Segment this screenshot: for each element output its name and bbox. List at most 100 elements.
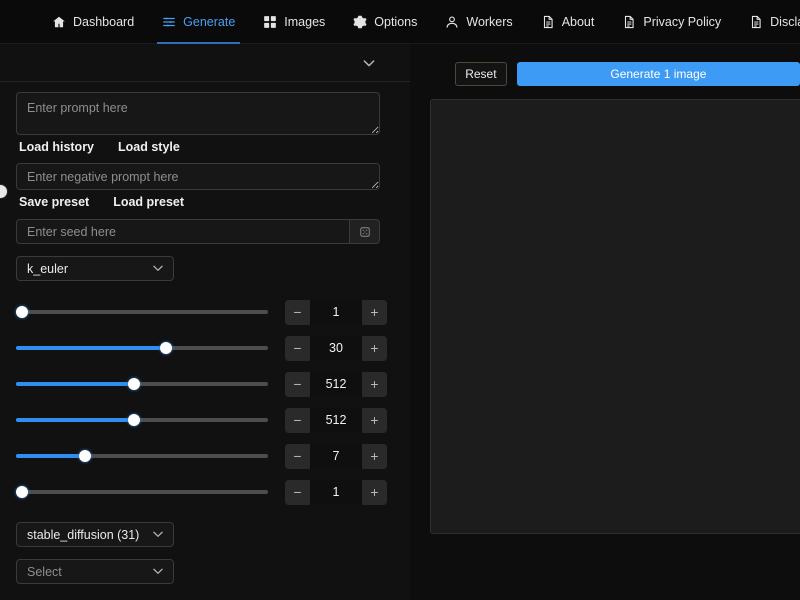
slider-knob[interactable] — [79, 450, 91, 462]
sliders-icon — [162, 15, 176, 29]
decrement-button[interactable]: − — [285, 479, 310, 505]
nav-label: Images — [284, 14, 326, 29]
generate-button[interactable]: Generate 1 image — [516, 62, 800, 86]
slider-knob[interactable] — [16, 306, 28, 318]
negative-prompt-input[interactable] — [16, 163, 380, 190]
nav-label: Options — [374, 14, 418, 29]
action-bar: Reset Generate 1 image — [410, 44, 800, 86]
load-style-button[interactable]: Load style — [118, 140, 180, 154]
seed-input[interactable] — [16, 219, 349, 244]
stepper-4: − 512 + — [285, 407, 387, 433]
seed-row — [16, 219, 380, 244]
nav-item-disclaimer[interactable]: Disclaimer — [735, 0, 800, 44]
image-preview-area[interactable] — [430, 99, 800, 534]
decrement-button[interactable]: − — [285, 299, 310, 325]
post-processor-select[interactable]: Select — [16, 559, 174, 584]
stepper-value[interactable]: 512 — [310, 371, 362, 397]
increment-button[interactable]: + — [362, 371, 387, 397]
load-preset-button[interactable]: Load preset — [113, 195, 184, 209]
sampler-select[interactable]: k_euler — [16, 256, 174, 281]
dice-icon[interactable] — [349, 219, 380, 244]
stepper-value[interactable]: 1 — [310, 479, 362, 505]
increment-button[interactable]: + — [362, 335, 387, 361]
slider-row: − 7 + — [16, 438, 394, 474]
save-preset-button[interactable]: Save preset — [19, 195, 89, 209]
decrement-button[interactable]: − — [285, 407, 310, 433]
gear-icon — [353, 15, 367, 29]
nav-item-workers[interactable]: Workers — [431, 0, 526, 44]
chevron-down-icon[interactable] — [361, 55, 377, 71]
stepper-6: − 1 + — [285, 479, 387, 505]
slider-row: − 512 + — [16, 402, 394, 438]
document-icon — [749, 15, 763, 29]
nav-item-options[interactable]: Options — [339, 0, 431, 44]
nav-item-about[interactable]: About — [527, 0, 609, 44]
stepper-value[interactable]: 30 — [310, 335, 362, 361]
stepper-2: − 30 + — [285, 335, 387, 361]
slider-fill — [16, 382, 128, 386]
increment-button[interactable]: + — [362, 443, 387, 469]
top-navbar: Dashboard Generate Images Options Worker… — [0, 0, 800, 44]
increment-button[interactable]: + — [362, 299, 387, 325]
nav-label: Dashboard — [73, 14, 135, 29]
slider-1[interactable] — [16, 304, 268, 320]
slider-row: − 30 + — [16, 330, 394, 366]
slider-knob[interactable] — [160, 342, 172, 354]
user-icon — [445, 15, 459, 29]
panel-header — [0, 44, 410, 82]
decrement-button[interactable]: − — [285, 335, 310, 361]
model-select-wrap: stable_diffusion (31) — [16, 522, 174, 547]
stepper-value[interactable]: 7 — [310, 443, 362, 469]
increment-button[interactable]: + — [362, 479, 387, 505]
nav-label: Generate — [183, 14, 236, 29]
sampler-select-wrap: k_euler — [16, 256, 174, 281]
slider-group: − 1 + − 30 + − 512 + − 512 + − 7 + − 1 + — [16, 294, 394, 510]
document-icon — [622, 15, 636, 29]
nav-item-images[interactable]: Images — [249, 0, 339, 44]
decrement-button[interactable]: − — [285, 371, 310, 397]
stepper-5: − 7 + — [285, 443, 387, 469]
preset-links: Save preset Load preset — [19, 195, 394, 209]
nav-label: Privacy Policy — [643, 14, 722, 29]
slider-knob[interactable] — [16, 486, 28, 498]
nav-label: About — [561, 14, 595, 29]
decrement-button[interactable]: − — [285, 443, 310, 469]
slider-knob[interactable] — [128, 378, 140, 390]
prompt-input[interactable] — [16, 92, 380, 135]
slider-track — [16, 310, 268, 314]
slider-fill — [16, 454, 79, 458]
nav-item-generate[interactable]: Generate — [148, 0, 249, 44]
post-processor-select-wrap: Select — [16, 559, 174, 584]
slider-row: − 1 + — [16, 294, 394, 330]
slider-track — [16, 490, 268, 494]
stepper-value[interactable]: 512 — [310, 407, 362, 433]
model-select[interactable]: stable_diffusion (31) — [16, 522, 174, 547]
document-icon — [541, 15, 555, 29]
stepper-3: − 512 + — [285, 371, 387, 397]
slider-3[interactable] — [16, 376, 268, 392]
stepper-value[interactable]: 1 — [310, 299, 362, 325]
increment-button[interactable]: + — [362, 407, 387, 433]
slider-row: − 1 + — [16, 474, 394, 510]
slider-2[interactable] — [16, 340, 268, 356]
prompt-links: Load history Load style — [19, 140, 394, 154]
home-icon — [52, 15, 66, 29]
stepper-1: − 1 + — [285, 299, 387, 325]
slider-fill — [16, 346, 160, 350]
nav-label: Workers — [466, 14, 513, 29]
slider-4[interactable] — [16, 412, 268, 428]
slider-row: − 512 + — [16, 366, 394, 402]
slider-fill — [16, 418, 128, 422]
load-history-button[interactable]: Load history — [19, 140, 94, 154]
nav-label: Disclaimer — [770, 14, 800, 29]
preview-panel: Reset Generate 1 image — [410, 44, 800, 600]
panel-body: Load history Load style Save preset Load… — [0, 82, 410, 600]
nav-item-dashboard[interactable]: Dashboard — [38, 0, 148, 44]
grid-icon — [263, 15, 277, 29]
slider-5[interactable] — [16, 448, 268, 464]
slider-knob[interactable] — [128, 414, 140, 426]
generation-settings-panel: Load history Load style Save preset Load… — [0, 44, 410, 600]
nav-item-privacy-policy[interactable]: Privacy Policy — [608, 0, 735, 44]
slider-6[interactable] — [16, 484, 268, 500]
reset-button[interactable]: Reset — [455, 62, 507, 86]
